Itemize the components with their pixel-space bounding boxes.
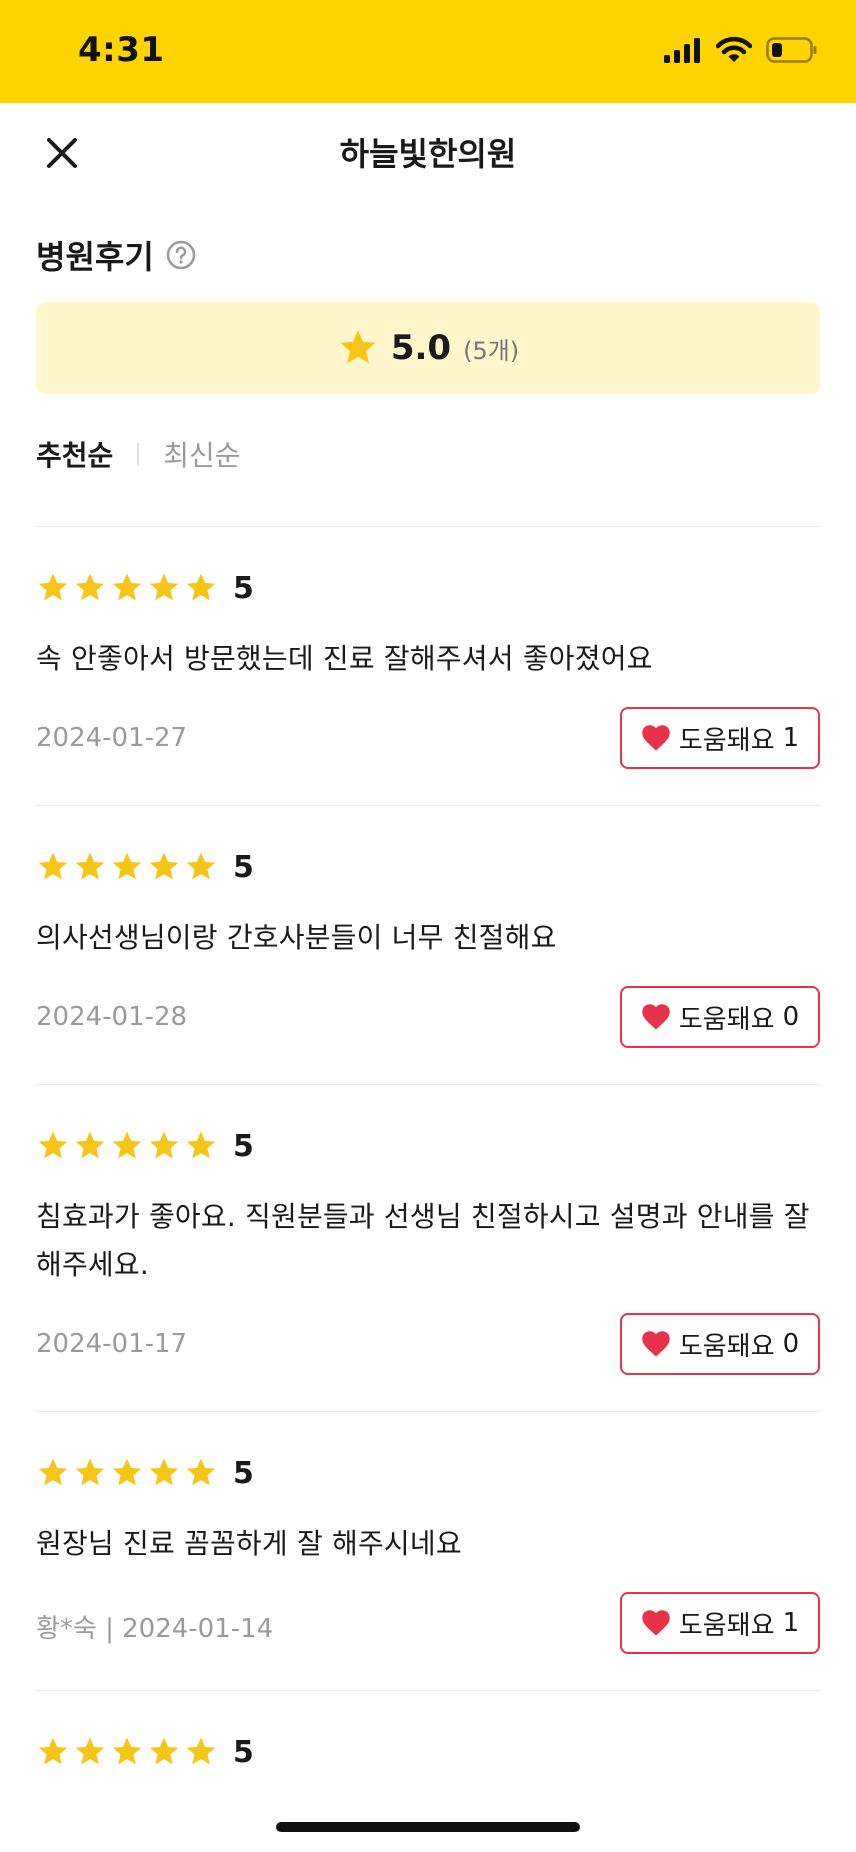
review-footer: 2024-01-27 도움돼요 1	[36, 707, 820, 769]
review-footer: 2024-01-28 도움돼요 0	[36, 986, 820, 1048]
helpful-label: 도움돼요	[678, 1610, 775, 1641]
helpful-button[interactable]: 도움돼요 0	[620, 1313, 820, 1375]
review-date: 2024-01-28	[36, 1002, 188, 1032]
helpful-button[interactable]: 도움돼요 1	[620, 1592, 820, 1654]
heart-icon	[642, 1610, 670, 1636]
review-date: 2024-01-27	[36, 723, 188, 753]
star-icon	[112, 1131, 142, 1159]
section-title: 병원후기	[36, 238, 154, 276]
wifi-icon	[716, 36, 752, 62]
star-icon	[186, 852, 216, 880]
star-icon	[186, 573, 216, 601]
heart-icon	[642, 725, 670, 751]
star-icon	[340, 330, 376, 364]
star-icon	[112, 1458, 142, 1486]
helpful-count: 1	[782, 1608, 800, 1638]
rating-value: 5	[233, 849, 254, 885]
helpful-label: 도움돼요	[678, 1331, 775, 1362]
cellular-signal-icon	[664, 38, 700, 63]
star-icon	[38, 1131, 68, 1159]
helpful-count: 0	[782, 1329, 800, 1359]
review-footer: 2024-01-17 도움돼요 0	[36, 1313, 820, 1375]
star-rating: 5	[36, 569, 820, 607]
star-icon	[149, 1458, 179, 1486]
star-icon	[112, 1737, 142, 1765]
star-icon	[112, 852, 142, 880]
review-item: 5 의사선생님이랑 간호사분들이 너무 친절해요 2024-01-28 도움돼요…	[36, 805, 820, 1048]
sort-bar: 추천순 최신순	[36, 434, 241, 474]
star-icon	[112, 573, 142, 601]
rating-value: 5	[233, 1734, 254, 1770]
star-rating: 5	[36, 1127, 820, 1165]
help-icon[interactable]	[166, 240, 196, 270]
heart-icon	[642, 1004, 670, 1030]
star-icon	[38, 1458, 68, 1486]
sort-latest[interactable]: 최신순	[163, 434, 240, 474]
star-rating: 5	[36, 848, 820, 886]
helpful-button[interactable]: 도움돼요 0	[620, 986, 820, 1048]
star-icon	[75, 852, 105, 880]
star-icon	[186, 1458, 216, 1486]
helpful-label: 도움돼요	[678, 1004, 775, 1035]
star-icon	[75, 1737, 105, 1765]
helpful-button[interactable]: 도움돼요 1	[620, 707, 820, 769]
star-icon	[38, 1737, 68, 1765]
sort-divider	[137, 443, 140, 465]
review-count: (5개)	[463, 336, 520, 365]
helpful-count: 0	[782, 1002, 800, 1032]
rating-value: 5	[233, 570, 254, 606]
review-footer: 황*숙 | 2024-01-14 도움돼요 1	[36, 1592, 820, 1654]
status-icons	[664, 36, 818, 64]
page-title: 하늘빛한의원	[339, 135, 517, 173]
star-icon	[75, 1458, 105, 1486]
star-rating: 5	[36, 1454, 820, 1492]
review-list: 5 속 안좋아서 방문했는데 진료 잘해주셔서 좋아졌어요 2024-01-27…	[36, 526, 820, 1771]
review-text: 속 안좋아서 방문했는데 진료 잘해주셔서 좋아졌어요	[36, 642, 653, 675]
star-icon	[149, 1737, 179, 1765]
nav-header: 하늘빛한의원	[0, 103, 856, 199]
star-icon	[186, 1131, 216, 1159]
star-icon	[149, 1131, 179, 1159]
review-date: 2024-01-17	[36, 1329, 188, 1359]
review-text: 침효과가 좋아요. 직원분들과 선생님 친절하시고 설명과 안내를 잘 해주세요…	[36, 1200, 810, 1281]
home-indicator	[276, 1822, 580, 1832]
section-header: 병원후기	[36, 232, 196, 278]
average-score: 5.0	[390, 328, 452, 368]
sort-recommended[interactable]: 추천순	[36, 434, 113, 474]
star-icon	[149, 852, 179, 880]
review-author-date: 황*숙 | 2024-01-14	[36, 1614, 274, 1644]
star-icon	[38, 573, 68, 601]
rating-summary: 5.0 (5개)	[36, 302, 820, 394]
battery-icon	[766, 37, 817, 63]
star-icon	[149, 573, 179, 601]
heart-icon	[642, 1331, 670, 1357]
review-item: 5 원장님 진료 꼼꼼하게 잘 해주시네요 황*숙 | 2024-01-14 도…	[36, 1411, 820, 1654]
status-bar: 4:31	[0, 0, 856, 103]
review-item: 5	[36, 1690, 820, 1771]
star-icon	[75, 1131, 105, 1159]
star-icon	[38, 852, 68, 880]
rating-value: 5	[233, 1128, 254, 1164]
review-item: 5 침효과가 좋아요. 직원분들과 선생님 친절하시고 설명과 안내를 잘 해주…	[36, 1084, 820, 1375]
status-time: 4:31	[78, 30, 165, 70]
star-icon	[75, 573, 105, 601]
review-text: 의사선생님이랑 간호사분들이 너무 친절해요	[36, 921, 557, 954]
review-item: 5 속 안좋아서 방문했는데 진료 잘해주셔서 좋아졌어요 2024-01-27…	[36, 526, 820, 769]
review-text: 원장님 진료 꼼꼼하게 잘 해주시네요	[36, 1527, 462, 1560]
star-rating: 5	[36, 1733, 820, 1771]
star-icon	[186, 1737, 216, 1765]
helpful-label: 도움돼요	[678, 725, 775, 756]
rating-value: 5	[233, 1455, 254, 1491]
helpful-count: 1	[782, 723, 800, 753]
